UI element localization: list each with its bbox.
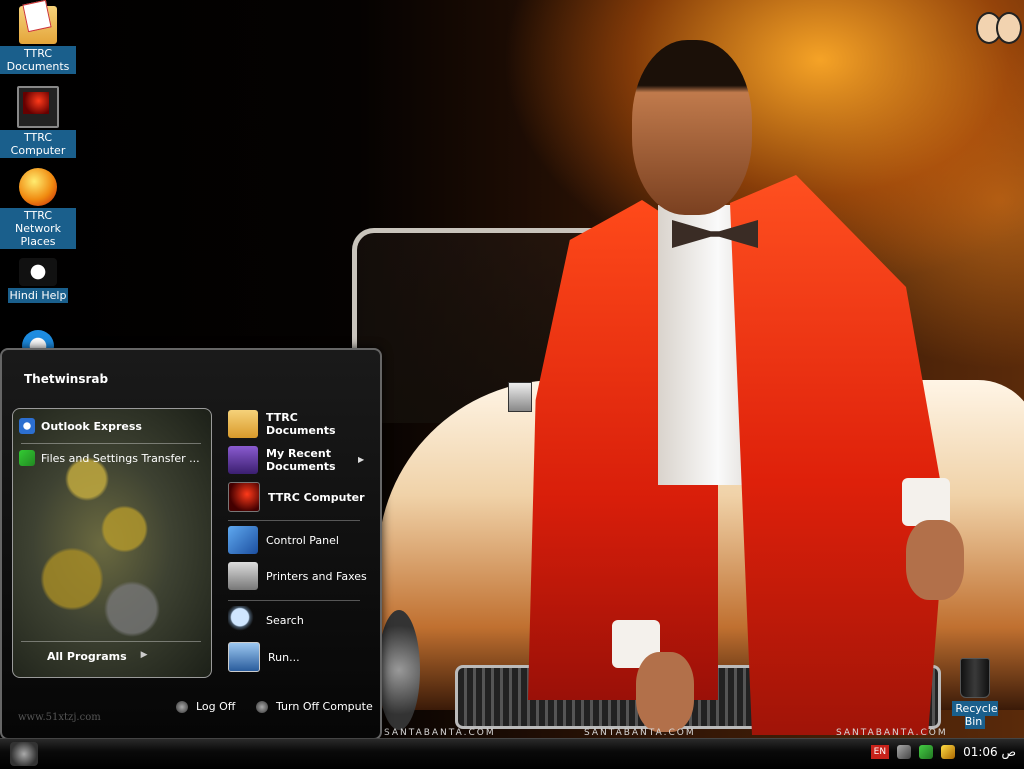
log-off-label: Log Off (196, 700, 236, 713)
start-menu-user-name: Thetwinsrab (24, 372, 109, 386)
start-button[interactable] (10, 742, 38, 766)
chevron-right-icon: ▶ (140, 650, 148, 660)
menu-item-label: TTRC Documents (266, 411, 336, 437)
clock[interactable]: 01:06 ص (963, 745, 1016, 759)
menu-separator (228, 600, 360, 601)
menu-item-label-line1: My Recent (266, 447, 331, 460)
menu-separator (228, 520, 360, 521)
watermark-text: SANTABANTA.COM (384, 728, 496, 738)
menu-item-printers-and-faxes[interactable]: Printers and Faxes (228, 562, 367, 590)
desktop-icon-ttrc-documents[interactable]: TTRC Documents (0, 6, 76, 74)
recent-documents-icon (228, 446, 258, 474)
folder-icon (19, 6, 57, 44)
wand-icon[interactable] (941, 745, 956, 759)
computer-icon (17, 86, 59, 128)
menu-item-label-line2: Documents (266, 424, 336, 437)
system-tray: EN 01:06 ص (870, 745, 1016, 759)
cartoon-faces-icon[interactable] (974, 8, 1022, 44)
start-menu: Thetwinsrab Outlook Express Files and Se… (0, 348, 382, 740)
watermark-text: SANTABANTA.COM (836, 728, 948, 738)
menu-item-label: Printers and Faxes (266, 569, 367, 583)
power-icon (256, 700, 268, 713)
language-indicator[interactable]: EN (870, 745, 890, 759)
desktop-icon-label: TTRC Documents (0, 46, 76, 74)
computer-icon (228, 482, 260, 512)
desktop-icon-label: TTRC Computer (0, 130, 76, 158)
menu-item-label: My Recent Documents (266, 447, 336, 473)
start-menu-programs-pane: Outlook Express Files and Settings Trans… (12, 408, 212, 678)
menu-item-control-panel[interactable]: Control Panel (228, 526, 339, 554)
menu-item-label: Control Panel (266, 533, 339, 547)
menu-separator (21, 443, 201, 444)
man-head (632, 40, 752, 215)
taskbar: EN 01:06 ص (0, 738, 1024, 769)
menu-separator (21, 641, 201, 642)
menu-item-label: Files and Settings Transfer ... (41, 451, 200, 465)
search-icon (228, 606, 258, 634)
desktop-icon-recycle-bin[interactable]: Recycle Bin (944, 658, 1006, 729)
clock-suffix: ص (1001, 745, 1016, 759)
submenu-arrow-icon: ▶ (358, 455, 365, 464)
network-icon[interactable] (897, 745, 912, 759)
man-hand-right (906, 520, 964, 600)
man-cuff-right (902, 478, 950, 526)
menu-watermark-text: www.51xtzj.com (18, 712, 101, 723)
menu-item-label: Run... (268, 650, 300, 664)
menu-item-ttrc-computer[interactable]: TTRC Computer (228, 482, 365, 512)
turn-off-button[interactable]: Turn Off Compute (256, 700, 373, 713)
menu-item-run[interactable]: Run... (228, 642, 300, 672)
control-panel-icon (228, 526, 258, 554)
outlook-express-icon (19, 418, 35, 434)
menu-item-label: Outlook Express (41, 419, 142, 433)
transfer-wizard-icon (19, 450, 35, 466)
desktop-icon-ttrc-computer[interactable]: TTRC Computer (0, 86, 76, 158)
face-icon (996, 12, 1022, 44)
man-hand-left (636, 652, 694, 732)
desktop-icon-label: Hindi Help (7, 288, 69, 303)
menu-item-search[interactable]: Search (228, 606, 304, 634)
network-globe-icon (19, 168, 57, 206)
printer-icon (228, 562, 258, 590)
man-jacket-right (730, 175, 946, 735)
watermark-text: SANTABANTA.COM (584, 728, 696, 738)
transformer-artwork (27, 439, 177, 639)
desktop-icon-ttrc-network-places[interactable]: TTRC Network Places (0, 168, 76, 249)
desktop-icon-label: Recycle Bin (952, 701, 998, 729)
desktop-icon-label: TTRC Network Places (0, 208, 76, 249)
menu-item-label-line2: Documents (266, 460, 336, 473)
run-icon (228, 642, 260, 672)
menu-item-ttrc-documents[interactable]: TTRC Documents (228, 410, 336, 438)
clock-time: 01:06 (963, 745, 998, 759)
help-logo-icon (19, 258, 57, 286)
all-programs-label: All Programs (47, 650, 127, 663)
menu-item-label: Search (266, 613, 304, 627)
car-headlamp (378, 610, 420, 730)
menu-item-label: TTRC Computer (268, 490, 365, 504)
all-programs-button[interactable]: All Programs ▶ (47, 650, 148, 663)
turn-off-label: Turn Off Compute (276, 700, 373, 713)
log-off-icon (176, 700, 188, 713)
menu-item-files-and-settings-transfer[interactable]: Files and Settings Transfer ... (19, 447, 203, 469)
safely-remove-icon[interactable] (919, 745, 934, 759)
menu-item-my-recent-documents[interactable]: My Recent Documents (228, 446, 336, 474)
floating-tray-icon[interactable] (508, 382, 532, 412)
documents-folder-icon (228, 410, 258, 438)
desktop-icon-hindi-help[interactable]: Hindi Help (0, 258, 76, 303)
recycle-bin-icon (960, 658, 990, 698)
menu-item-label-line1: TTRC (266, 411, 298, 424)
log-off-button[interactable]: Log Off (176, 700, 235, 713)
menu-item-outlook-express[interactable]: Outlook Express (19, 415, 203, 437)
